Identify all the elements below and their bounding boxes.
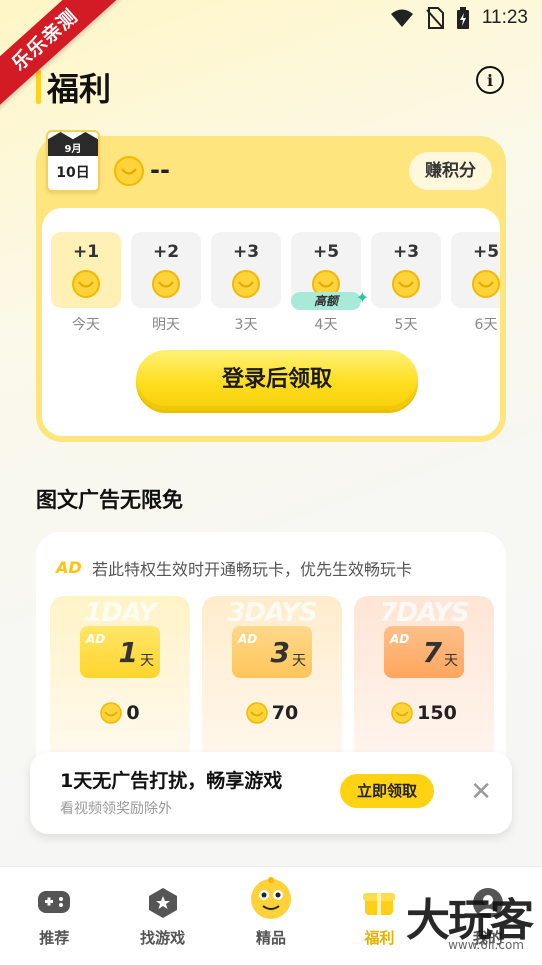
- status-bar: 11:23: [390, 6, 528, 30]
- claim-now-button[interactable]: 立即领取: [340, 774, 434, 808]
- gamepad-icon: [38, 891, 71, 913]
- hexagon-star-icon: [148, 888, 177, 918]
- plan-watermark: 1DAY: [84, 598, 157, 628]
- checkin-day[interactable]: +3 3天: [211, 232, 281, 334]
- plan-card-3days[interactable]: 3DAYS AD 3 天 70: [202, 596, 342, 766]
- day-box: +3: [371, 232, 441, 308]
- coin-icon: [114, 156, 144, 186]
- coin-icon: [246, 702, 268, 724]
- day-box: +2: [131, 232, 201, 308]
- ticket-icon: AD 7 天: [384, 626, 464, 678]
- day-reward: +3: [392, 242, 420, 262]
- plan-unit: 天: [292, 653, 306, 669]
- checkin-card: 9月 10日 -- 赚积分 +1 今天 +2 明天 +3 3天 +5 高额 ✦ …: [36, 130, 506, 442]
- page-title: 福利: [47, 70, 112, 108]
- day-reward: +3: [232, 242, 260, 262]
- ticket-badge: AD: [238, 632, 258, 646]
- checkin-day[interactable]: +5 高额 ✦ 4天: [291, 232, 369, 334]
- coin-icon: [472, 270, 500, 298]
- calendar-icon: 9月 10日: [46, 130, 100, 192]
- nav-label: 精品: [256, 929, 287, 947]
- plan-price: 0: [50, 702, 190, 724]
- wifi-icon: [390, 9, 413, 27]
- day-label: 3天: [234, 317, 258, 333]
- plan-price-value: 0: [126, 702, 140, 724]
- coin-icon: [72, 270, 100, 298]
- ticket-badge: AD: [390, 632, 410, 646]
- nav-item-recommend[interactable]: 推荐: [0, 867, 108, 965]
- ad-badge-icon: AD: [56, 558, 82, 577]
- nav-label: 推荐: [39, 929, 70, 947]
- checkin-day[interactable]: +3 5天: [371, 232, 441, 334]
- coin-icon: [152, 270, 180, 298]
- calendar-month: 9月: [64, 144, 82, 155]
- promo-title: 1天无广告打扰，畅享游戏: [60, 770, 283, 792]
- day-box: +5: [451, 232, 500, 308]
- checkin-panel: +1 今天 +2 明天 +3 3天 +5 高额 ✦ 4天 +3 5天 +5 6天…: [42, 208, 500, 436]
- day-reward: +1: [72, 242, 100, 262]
- plan-watermark: 7DAYS: [379, 598, 469, 628]
- coin-icon: [232, 270, 260, 298]
- watermark-url: www.6ll.com: [448, 938, 524, 952]
- sparkle-icon: ✦: [355, 288, 369, 307]
- day-box-today: +1: [51, 232, 121, 308]
- calendar-day: 10日: [56, 165, 90, 181]
- info-icon[interactable]: i: [476, 66, 504, 94]
- coin-icon: [392, 270, 420, 298]
- coin-icon: [391, 702, 413, 724]
- day-reward: +5: [312, 242, 340, 262]
- earn-points-button[interactable]: 赚积分: [409, 152, 492, 190]
- promo-banner: 1天无广告打扰，畅享游戏 看视频领奖励除外 立即领取 ✕: [30, 752, 512, 834]
- plan-days: 1: [118, 636, 138, 669]
- ticket-icon: AD 3 天: [232, 626, 312, 678]
- checkin-day[interactable]: +5 6天: [451, 232, 500, 334]
- promo-subtitle: 看视频领奖励除外: [60, 801, 172, 817]
- day-reward: +2: [152, 242, 180, 262]
- day-label: 今天: [72, 317, 100, 333]
- plan-price: 70: [202, 702, 342, 724]
- plan-days: 3: [270, 636, 290, 669]
- nav-item-find-games[interactable]: 找游戏: [108, 867, 216, 965]
- nav-label: 找游戏: [140, 929, 186, 947]
- page-header: 福利: [36, 64, 111, 110]
- checkin-days[interactable]: +1 今天 +2 明天 +3 3天 +5 高额 ✦ 4天 +3 5天 +5 6天: [51, 232, 500, 334]
- plan-days: 7: [422, 636, 442, 669]
- gift-icon: [363, 893, 396, 915]
- coin-icon: [100, 702, 123, 724]
- day-reward: +5: [472, 242, 500, 262]
- bonus-tag: 高额: [291, 292, 361, 310]
- status-time: 11:23: [481, 7, 528, 28]
- no-sim-icon: [426, 7, 444, 29]
- checkin-day[interactable]: +1 今天: [51, 232, 121, 334]
- plan-unit: 天: [444, 653, 458, 669]
- mascot-icon: [251, 877, 292, 919]
- plan-price-value: 70: [271, 702, 299, 724]
- section-title: 图文广告无限免: [36, 488, 183, 512]
- login-claim-button[interactable]: 登录后领取: [136, 350, 418, 410]
- day-box: +5 高额 ✦: [291, 232, 369, 310]
- close-icon[interactable]: ✕: [470, 778, 492, 806]
- plan-card-7days[interactable]: 7DAYS AD 7 天 150: [354, 596, 494, 766]
- plan-unit: 天: [140, 653, 154, 669]
- day-label: 6天: [474, 317, 498, 333]
- plan-price: 150: [354, 702, 494, 724]
- nav-item-featured[interactable]: 精品: [217, 867, 325, 965]
- day-box: +3: [211, 232, 281, 308]
- plan-card-1day[interactable]: 1DAY AD 1 天 0: [50, 596, 190, 766]
- day-label: 明天: [152, 317, 180, 333]
- ticket-icon: AD 1 天: [80, 626, 160, 678]
- battery-icon: [456, 7, 469, 29]
- day-label: 5天: [394, 317, 418, 333]
- plan-watermark: 3DAYS: [227, 598, 317, 628]
- points-value: --: [150, 156, 170, 184]
- plan-list: 1DAY AD 1 天 0 3DAYS AD 3 天 70 7DAYS AD 7…: [50, 596, 494, 766]
- ad-free-card: AD 若此特权生效时开通畅玩卡，优先生效畅玩卡 1DAY AD 1 天 0 3D…: [36, 532, 506, 782]
- ad-note: 若此特权生效时开通畅玩卡，优先生效畅玩卡: [92, 560, 413, 579]
- day-label: 4天: [314, 317, 338, 333]
- ticket-badge: AD: [86, 632, 106, 646]
- plan-price-value: 150: [417, 702, 457, 724]
- title-accent-bar: [36, 70, 41, 104]
- checkin-day[interactable]: +2 明天: [131, 232, 201, 334]
